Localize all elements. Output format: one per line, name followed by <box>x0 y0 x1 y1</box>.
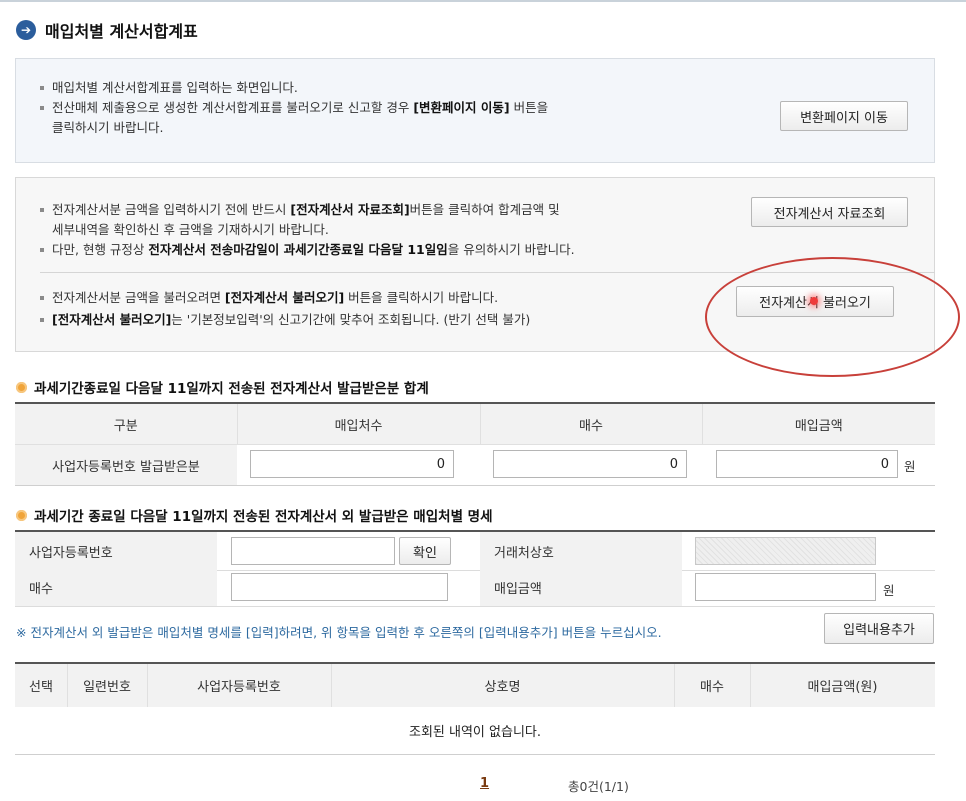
etax-lookup-button[interactable]: 전자계산서 자료조회 <box>751 197 908 227</box>
form-row: 사업자등록번호 확인 거래처상호 <box>15 530 935 571</box>
add-entry-button[interactable]: 입력내용추가 <box>824 613 934 644</box>
info-line-2: 전산매체 제출용으로 생성한 계산서합계표를 불러오기로 신고할 경우 [변환페… <box>52 98 548 117</box>
summary-row: 사업자등록번호 발급받은분 0 0 0원 <box>15 444 935 486</box>
section2-title: 과세기간 종료일 다음달 11일까지 전송된 전자계산서 외 발급받은 매입처별… <box>16 505 493 525</box>
section1-title: 과세기간종료일 다음달 11일까지 전송된 전자계산서 발급받은분 합계 <box>16 377 429 397</box>
list-header: 매입금액(원) <box>807 680 878 695</box>
etax-line-1-text: 전자계산서분 금액을 입력하시기 전에 반드시 <box>52 202 291 217</box>
bullet-icon <box>40 106 44 110</box>
unit-label: 원 <box>883 583 895 598</box>
bullet-icon <box>40 248 44 252</box>
list-header: 사업자등록번호 <box>197 680 281 695</box>
trade-name-label: 거래처상호 <box>480 532 682 570</box>
etax-line-3-text: 다만, 현행 규정상 <box>52 242 149 257</box>
purchase-amount-field[interactable]: 0 <box>716 450 898 478</box>
etax-line-1-bold: [전자계산서 자료조회] <box>290 202 410 217</box>
etax-line-1-tail: 버튼을 클릭하여 합계금액 및 <box>409 202 560 217</box>
summary-header: 구분 <box>15 402 238 445</box>
column-divider <box>67 664 68 707</box>
top-border <box>0 0 966 2</box>
section1-title-text: 과세기간종료일 다음달 11일까지 전송된 전자계산서 발급받은분 합계 <box>34 381 429 397</box>
bullet-icon <box>40 208 44 212</box>
total-count: 총0건(1/1) <box>568 779 629 794</box>
info-line-2-tail: 버튼을 <box>509 100 549 115</box>
etax-line-3-bold: 전자계산서 전송마감일이 과세기간종료일 다음달 11일임 <box>148 242 448 257</box>
etax-line-5: [전자계산서 불러오기]는 '기본정보입력'의 신고기간에 맞추어 조회됩니다.… <box>52 310 530 329</box>
etax-line-4-tail: 버튼을 클릭하시기 바랍니다. <box>344 290 499 305</box>
cursor-highlight <box>810 297 818 305</box>
list-header: 일련번호 <box>83 680 131 695</box>
orange-dot-icon <box>16 381 27 393</box>
entry-notice: ※ 전자계산서 외 발급받은 매입처별 명세를 [입력]하려면, 위 항목을 입… <box>16 625 662 640</box>
biz-no-input[interactable] <box>231 537 395 565</box>
summary-header: 매수 <box>480 402 703 445</box>
amount-label: 매입금액 <box>480 568 682 606</box>
summary-row-label: 사업자등록번호 발급받은분 <box>15 444 237 486</box>
unit-label: 원 <box>904 459 916 474</box>
count-label: 매수 <box>15 568 217 606</box>
summary-cell: 0 <box>480 444 702 486</box>
etax-line-4-bold: [전자계산서 불러오기] <box>224 290 345 305</box>
list-header: 매수 <box>700 680 724 695</box>
list-header: 선택 <box>29 680 53 695</box>
summary-header: 매입처수 <box>237 402 481 445</box>
count-input[interactable] <box>231 573 448 601</box>
info-line-2-text: 전산매체 제출용으로 생성한 계산서합계표를 불러오기로 신고할 경우 <box>52 100 414 115</box>
summary-header-row: 구분 매입처수 매수 매입금액 <box>15 402 935 445</box>
column-divider <box>674 664 675 707</box>
page-title-bar: ➔ 매입처별 계산서합계표 <box>16 18 198 42</box>
trade-name-input <box>695 537 876 565</box>
sheet-count-field[interactable]: 0 <box>493 450 687 478</box>
summary-table: 구분 매입처수 매수 매입금액 사업자등록번호 발급받은분 0 0 0원 <box>15 402 935 486</box>
etax-line-4: 전자계산서분 금액을 불러오려면 [전자계산서 불러오기] 버튼을 클릭하시기 … <box>52 288 498 307</box>
list-header: 상호명 <box>484 680 521 695</box>
section2-title-text: 과세기간 종료일 다음달 11일까지 전송된 전자계산서 외 발급받은 매입처별… <box>34 509 493 525</box>
etax-line-5-text: 는 '기본정보입력'의 신고기간에 맞추어 조회됩니다. (반기 선택 불가) <box>171 312 531 327</box>
column-divider <box>750 664 751 707</box>
amount-input[interactable] <box>695 573 876 601</box>
bullet-icon <box>40 86 44 90</box>
column-divider <box>331 664 332 707</box>
confirm-button[interactable]: 확인 <box>399 537 451 565</box>
biz-no-label: 사업자등록번호 <box>15 532 217 570</box>
etax-line-2: 세부내역을 확인하신 후 금액을 기재하시기 바랍니다. <box>52 222 329 237</box>
list-empty-row: 조회된 내역이 없습니다. <box>15 707 935 755</box>
info-line-3: 클릭하시기 바랍니다. <box>52 120 164 135</box>
form-row: 매수 매입금액 원 <box>15 568 935 607</box>
etax-line-3-tail: 을 유의하시기 바랍니다. <box>447 242 575 257</box>
arrow-circle-icon: ➔ <box>16 20 36 40</box>
vendor-entry-form: 사업자등록번호 확인 거래처상호 매수 매입금액 원 <box>15 530 935 607</box>
etax-divider <box>40 272 935 273</box>
page-title: 매입처별 계산서합계표 <box>45 22 198 41</box>
column-divider <box>147 664 148 707</box>
page-link-current[interactable]: 1 <box>480 776 489 791</box>
bullet-icon <box>40 296 44 300</box>
summary-cell: 0원 <box>702 444 935 486</box>
bullet-icon <box>40 318 44 322</box>
convert-page-button[interactable]: 변환페이지 이동 <box>780 101 908 131</box>
etax-line-5-bold: [전자계산서 불러오기] <box>52 312 172 327</box>
summary-header: 매입금액 <box>702 402 935 445</box>
list-table-header: 선택 일련번호 사업자등록번호 상호명 매수 매입금액(원) <box>15 662 935 707</box>
vendor-count-field[interactable]: 0 <box>250 450 454 478</box>
etax-line-3: 다만, 현행 규정상 전자계산서 전송마감일이 과세기간종료일 다음달 11일임… <box>52 240 575 259</box>
orange-dot-icon <box>16 509 27 521</box>
summary-cell: 0 <box>237 444 480 486</box>
info-line-1: 매입처별 계산서합계표를 입력하는 화면입니다. <box>52 80 298 95</box>
etax-line-4-text: 전자계산서분 금액을 불러오려면 <box>52 290 225 305</box>
etax-line-1: 전자계산서분 금액을 입력하시기 전에 반드시 [전자계산서 자료조회]버튼을 … <box>52 200 560 219</box>
info-line-2-bold: [변환페이지 이동] <box>413 100 510 115</box>
